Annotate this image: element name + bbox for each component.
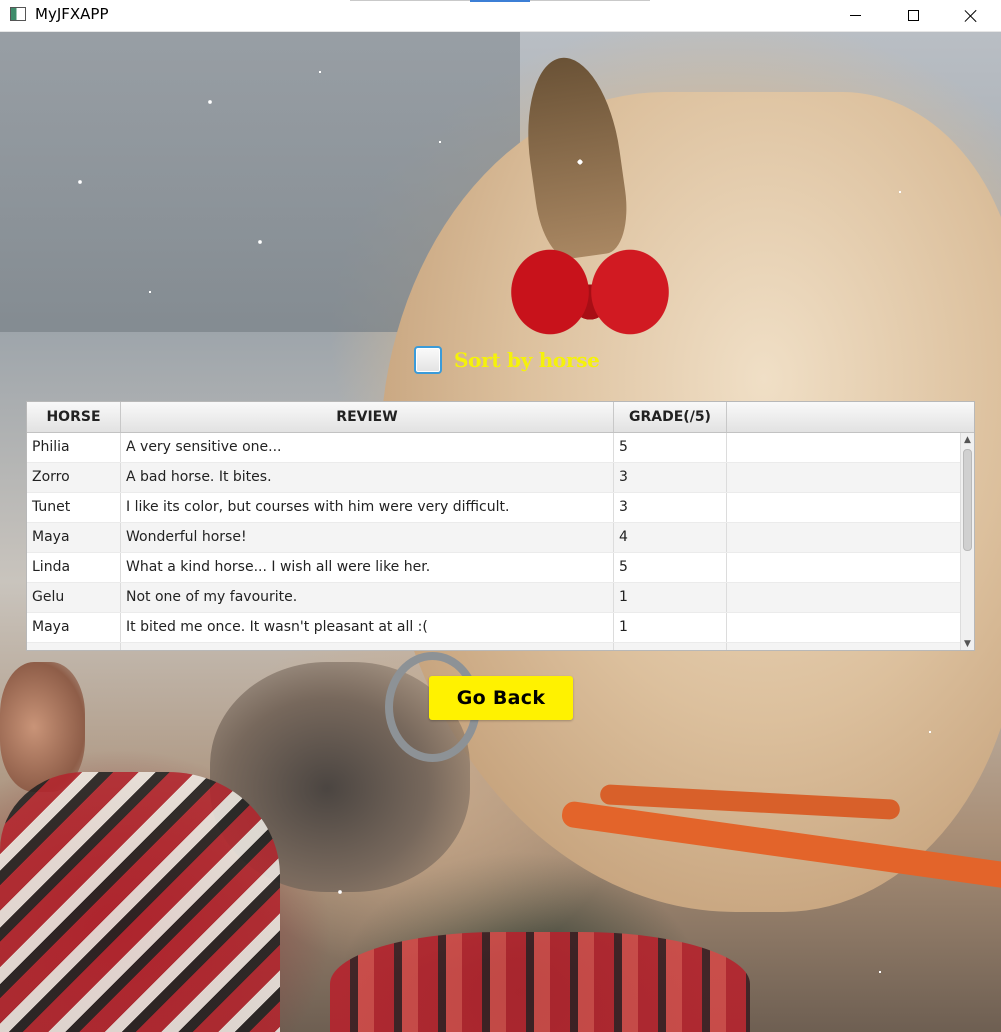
cell-grade: 5 [614,433,727,462]
cell-horse [27,643,121,650]
reviews-table[interactable]: HORSE REVIEW GRADE(/5) Philia A very sen… [26,401,975,651]
chevron-up-icon[interactable]: ▲ [961,433,974,447]
vertical-scrollbar[interactable]: ▲ ▼ [960,433,974,650]
cell-grade: 3 [614,493,727,522]
column-header-horse[interactable]: HORSE [27,402,121,432]
cell-horse: Zorro [27,463,121,492]
maximize-button[interactable] [884,0,942,31]
cell-horse: Tunet [27,493,121,522]
cell-grade: 1 [614,583,727,612]
cell-empty [727,433,960,462]
cell-review: Wonderful horse! [121,523,614,552]
cell-empty [727,493,960,522]
cell-grade: 3 [614,463,727,492]
window-title: MyJFXAPP [35,5,109,23]
maximize-icon [907,10,919,21]
table-row[interactable]: Linda What a kind horse... I wish all we… [27,553,974,583]
cell-horse: Philia [27,433,121,462]
table-row[interactable]: Maya Wonderful horse! 4 [27,523,974,553]
table-row[interactable]: Gelu Not one of my favourite. 1 [27,583,974,613]
scrollbar-thumb[interactable] [963,449,972,551]
cell-empty [727,613,960,642]
cell-review [121,643,614,650]
cell-horse: Maya [27,613,121,642]
close-button[interactable] [942,0,1000,31]
column-header-grade[interactable]: GRADE(/5) [614,402,727,432]
minimize-button[interactable] [826,0,884,31]
table-row[interactable]: Maya It bited me once. It wasn't pleasan… [27,613,974,643]
cell-grade: 5 [614,553,727,582]
sort-by-horse-checkbox[interactable] [414,346,442,374]
cell-review: What a kind horse... I wish all were lik… [121,553,614,582]
column-header-review[interactable]: REVIEW [121,402,614,432]
cell-empty [727,553,960,582]
cell-review: I like its color, but courses with him w… [121,493,614,522]
table-header: HORSE REVIEW GRADE(/5) [27,402,974,433]
chevron-down-icon[interactable]: ▼ [961,637,974,650]
title-bar[interactable]: MyJFXAPP [0,0,1001,32]
cell-review: A very sensitive one... [121,433,614,462]
cell-horse: Gelu [27,583,121,612]
app-window: MyJFXAPP Sort by horse HORSE REVIEW GRAD… [0,0,1001,1032]
cell-empty [727,523,960,552]
cell-empty [727,583,960,612]
cell-grade: 1 [614,613,727,642]
cell-review: A bad horse. It bites. [121,463,614,492]
table-row[interactable] [27,643,974,650]
table-body[interactable]: Philia A very sensitive one... 5 Zorro A… [27,433,974,650]
close-icon [964,9,978,23]
cell-empty [727,643,960,650]
column-header-filler [727,402,974,432]
cell-horse: Maya [27,523,121,552]
app-icon [10,7,26,21]
table-row[interactable]: Philia A very sensitive one... 5 [27,433,974,463]
sort-by-horse-label[interactable]: Sort by horse [454,348,600,372]
cell-review: It bited me once. It wasn't pleasant at … [121,613,614,642]
cell-empty [727,463,960,492]
title-bar-highlight [470,0,530,2]
table-row[interactable]: Zorro A bad horse. It bites. 3 [27,463,974,493]
minimize-icon [849,15,861,16]
cell-horse: Linda [27,553,121,582]
cell-review: Not one of my favourite. [121,583,614,612]
sort-by-horse-row: Sort by horse [414,344,600,376]
table-row[interactable]: Tunet I like its color, but courses with… [27,493,974,523]
cell-grade [614,643,727,650]
go-back-button[interactable]: Go Back [429,676,573,720]
cell-grade: 4 [614,523,727,552]
